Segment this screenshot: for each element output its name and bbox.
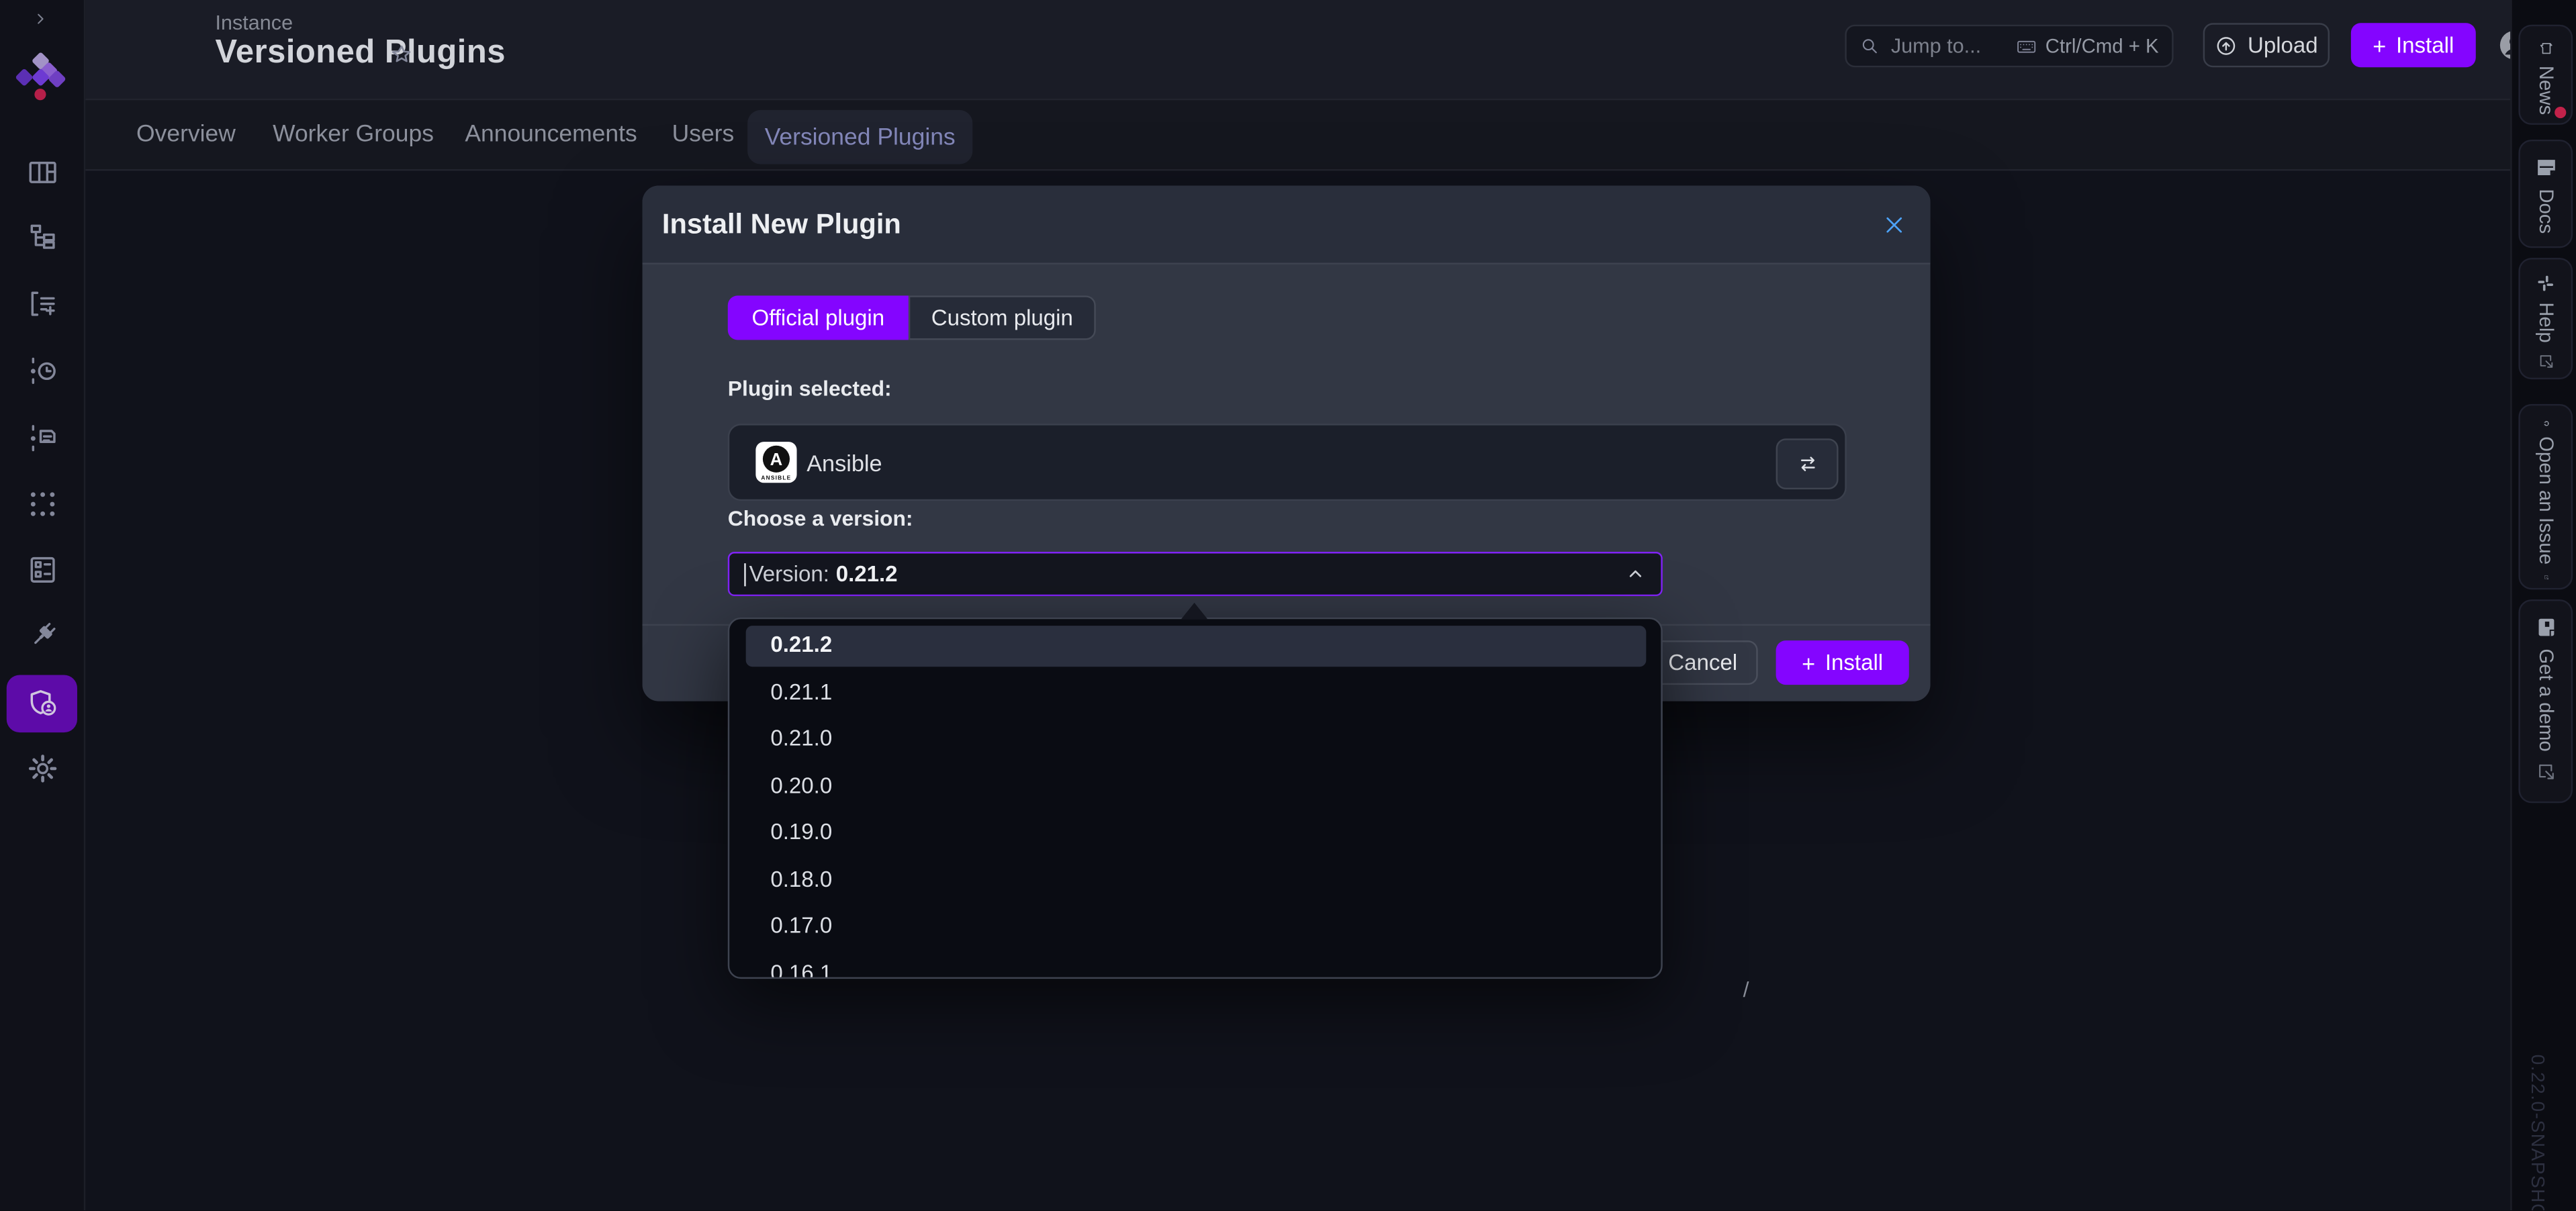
dropdown-option[interactable]: 0.18.0 [770,866,832,891]
header-install-button[interactable]: + Install [2351,23,2476,67]
slack-icon [2536,275,2557,293]
rail-docs-button[interactable]: Docs [2518,140,2573,248]
github-icon [2535,420,2558,426]
page-title: Versioned Plugins [215,34,505,72]
external-link-icon [2536,575,2556,580]
sidebar-expand-chevron-icon[interactable] [33,11,48,26]
rail-help-button[interactable]: Help [2518,258,2573,379]
dropdown-option[interactable]: 0.21.0 [770,726,832,750]
upload-icon [2215,34,2238,56]
dropdown-option[interactable]: 0.17.0 [770,913,832,938]
chevron-up-icon [1625,563,1647,585]
selected-plugin-panel: A ANSIBLE Ansible [728,424,1847,501]
sidebar-item-flows-icon[interactable] [26,221,58,254]
dropdown-option[interactable]: 0.21.1 [770,679,832,704]
plugin-selected-label: Plugin selected: [728,376,892,401]
sidebar-item-tests-icon[interactable] [26,287,58,320]
sidebar-item-dashboard-icon[interactable] [26,155,58,188]
kestra-logo[interactable] [0,49,84,108]
app-window: Instance Versioned Plugins Jump to... Ct… [0,0,2576,1210]
tab-versioned-plugins[interactable]: Versioned Plugins [747,110,972,164]
ansible-plugin-icon: A ANSIBLE [755,442,796,483]
swap-plugin-button[interactable] [1776,438,1839,489]
rail-get-demo-button[interactable]: Get a demo [2518,599,2573,803]
tab-announcements[interactable]: Announcements [465,100,637,169]
choose-version-label: Choose a version: [728,505,913,530]
search-input[interactable]: Jump to... Ctrl/Cmd + K [1845,25,2173,68]
demo-app-icon [2535,616,2558,638]
ansible-icon-caption: ANSIBLE [755,474,796,481]
dropdown-arrow [1181,603,1207,619]
modal-header: Install New Plugin [643,185,1931,264]
custom-plugin-toggle[interactable]: Custom plugin [909,295,1096,340]
close-icon[interactable] [1883,213,1906,236]
dropdown-option[interactable]: 0.21.2 [770,632,832,657]
upload-button[interactable]: Upload [2203,23,2330,67]
official-plugin-toggle[interactable]: Official plugin [728,295,909,340]
sidebar-item-settings-icon[interactable] [26,751,58,784]
plus-icon: + [1802,650,1815,676]
text-cursor [744,563,745,585]
external-link-icon [2536,761,2556,781]
dropdown-option[interactable]: 0.20.0 [770,773,832,797]
background-text-fragment: / [1743,977,1749,1002]
modal-title: Install New Plugin [662,209,901,242]
dropdown-option[interactable]: 0.16.1 [770,960,832,979]
dropdown-selected-highlight [746,626,1647,667]
sidebar-item-apps-icon[interactable] [26,487,58,520]
version-select-input[interactable]: Version: 0.21.2 [728,552,1663,596]
search-shortcut: Ctrl/Cmd + K [2016,34,2159,57]
keyboard-icon [2016,36,2037,57]
search-icon [1859,36,1879,56]
swap-horizontal-icon [1795,452,1820,477]
plus-icon: + [2373,32,2386,58]
build-version-text: 0.22.0-SNAPSHOT [2527,1055,2546,1210]
breadcrumb: Instance [215,11,293,34]
svg-text:A: A [770,450,783,469]
cancel-button[interactable]: Cancel [1648,640,1758,685]
left-sidebar [0,0,85,1210]
dropdown-option[interactable]: 0.19.0 [770,820,832,844]
right-rail: News Docs [2510,0,2576,1210]
sidebar-item-blueprints-icon[interactable] [26,552,58,585]
sidebar-item-administration-icon[interactable] [26,687,58,720]
sidebar-item-plugins-icon[interactable] [26,619,58,652]
kestra-logo-dot [34,88,47,101]
external-link-icon [2536,352,2556,369]
rail-open-issue-button[interactable]: Open an Issue [2518,404,2573,589]
sidebar-item-executions-icon[interactable] [26,354,58,387]
search-placeholder: Jump to... [1891,34,1981,57]
modal-install-button[interactable]: + Install [1776,640,1909,685]
plugin-name: Ansible [807,450,882,476]
rail-news-button[interactable]: News [2518,25,2573,125]
version-dropdown-list: 0.21.2 0.21.1 0.21.0 0.20.0 0.19.0 0.18.… [728,618,1663,979]
news-notification-badge [2555,107,2566,118]
top-header: Instance Versioned Plugins Jump to... Ct… [84,0,2576,99]
tab-worker-groups[interactable]: Worker Groups [273,100,434,169]
docs-icon [2535,156,2558,179]
news-bubble-icon [2535,41,2558,56]
instance-tabs: Overview Worker Groups Announcements Use… [84,99,2576,171]
favorite-star-icon[interactable] [389,43,414,68]
sidebar-item-logs-icon[interactable] [26,422,58,454]
tab-users[interactable]: Users [672,100,735,169]
tab-overview[interactable]: Overview [136,100,236,169]
